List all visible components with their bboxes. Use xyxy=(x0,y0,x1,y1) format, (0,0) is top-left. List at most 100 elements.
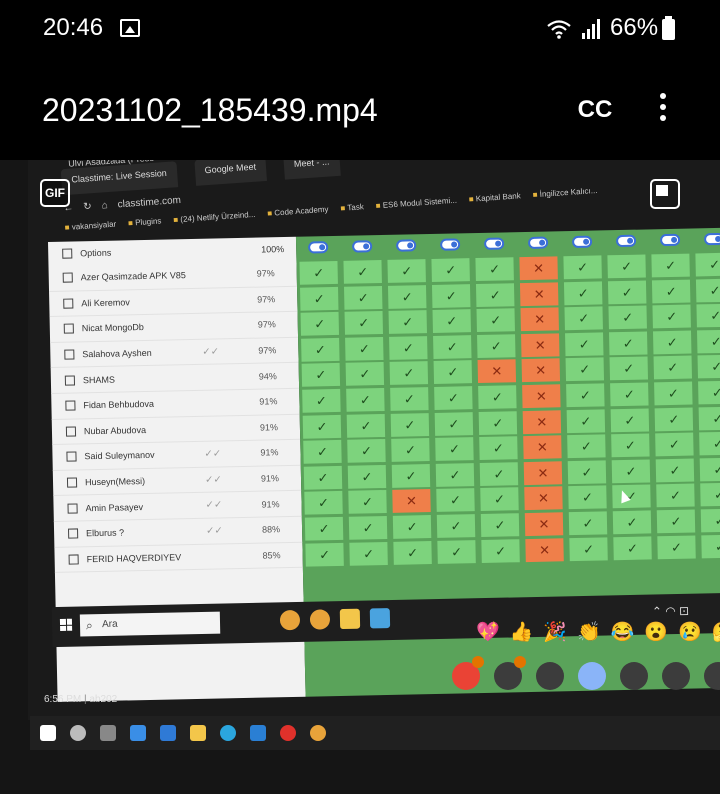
student-checkbox xyxy=(65,426,77,437)
correct-answer-cell: ✓ xyxy=(436,514,476,538)
seen-checkmark-icon: ✓✓ xyxy=(205,499,223,511)
correct-answer-cell: ✓ xyxy=(701,534,720,558)
wrong-answer-cell: ✕ xyxy=(477,359,517,384)
toggle-icon xyxy=(352,240,373,253)
student-score: 97% xyxy=(258,345,277,356)
toggle-icon xyxy=(308,241,329,254)
meeting-details: 6:56 PM | ab202 xyxy=(44,694,118,705)
correct-answer-cell: ✓ xyxy=(302,414,342,439)
wrong-answer-cell: ✕ xyxy=(525,537,564,562)
correct-answer-cell: ✓ xyxy=(347,464,387,489)
correct-answer-cell: ✓ xyxy=(477,334,516,358)
question-toggle xyxy=(344,235,380,258)
question-toggle xyxy=(696,228,720,251)
correct-answer-cell: ✓ xyxy=(300,286,339,311)
student-score: 85% xyxy=(262,550,281,561)
wrong-answer-cell: ✕ xyxy=(524,486,563,511)
correct-answer-cell: ✓ xyxy=(343,285,383,310)
correct-answer-cell: ✓ xyxy=(387,284,427,309)
correct-answer-cell: ✓ xyxy=(435,462,475,487)
correct-answer-cell: ✓ xyxy=(696,329,720,354)
correct-answer-cell: ✓ xyxy=(609,331,648,356)
correct-answer-cell: ✓ xyxy=(608,305,647,330)
correct-answer-cell: ✓ xyxy=(348,515,388,540)
correct-answer-cell: ✓ xyxy=(304,516,344,541)
student-checkbox xyxy=(65,400,76,411)
correct-answer-cell: ✓ xyxy=(696,303,720,328)
battery-icon xyxy=(662,16,675,40)
toggle-icon xyxy=(440,238,461,251)
camera-icon xyxy=(494,656,526,690)
more-options-icon[interactable] xyxy=(648,88,678,132)
student-name: Nicat MongoDb xyxy=(81,322,144,334)
bookmark: Task xyxy=(340,202,364,213)
student-name: Amin Pasayev xyxy=(85,501,144,513)
correct-answer-cell: ✓ xyxy=(612,510,652,535)
meeting-time: 6:56 PM xyxy=(44,694,82,705)
seen-checkmark-icon xyxy=(204,428,234,429)
bookmark: İngilizce Kalıcı... xyxy=(532,186,597,200)
student-score: 97% xyxy=(257,294,276,305)
correct-answer-cell: ✓ xyxy=(301,363,341,388)
correct-answer-cell: ✓ xyxy=(653,355,693,380)
correct-answer-cell: ✓ xyxy=(303,440,342,464)
correct-answer-cell: ✓ xyxy=(475,282,515,307)
chrome-icon xyxy=(309,609,331,630)
student-score: 97% xyxy=(256,268,275,279)
windows-search-box: Ara xyxy=(79,611,221,637)
raise-hand-icon xyxy=(662,662,690,690)
video-frame[interactable]: GIF Ulvi Asadzada (Prese Classtime: Live… xyxy=(0,160,720,794)
bookmark: (24) Netlify Ürzeind... xyxy=(173,210,256,225)
student-name: SHAMS xyxy=(82,374,116,385)
student-row: FERID HAQVERDIYEV 85% xyxy=(54,542,303,574)
correct-answer-cell: ✓ xyxy=(480,487,519,512)
correct-answer-cell: ✓ xyxy=(699,431,720,456)
gallery-icon xyxy=(120,19,140,37)
calendar-icon xyxy=(130,725,146,741)
student-score: 91% xyxy=(260,473,280,484)
wrong-answer-cell: ✕ xyxy=(519,256,558,281)
correct-answer-cell: ✓ xyxy=(567,460,607,484)
toggle-icon xyxy=(659,233,681,247)
correct-answer-cell: ✓ xyxy=(610,382,649,407)
clock: 20:46 xyxy=(43,14,104,41)
correct-answer-cell: ✓ xyxy=(302,388,341,413)
captions-button[interactable]: CC xyxy=(570,90,620,130)
student-name: FERID HAQVERDIYEV xyxy=(86,552,182,565)
correct-answer-cell: ✓ xyxy=(479,462,519,486)
student-name: Said Suleymanov xyxy=(84,450,155,462)
question-toggle xyxy=(520,231,556,254)
correct-answer-cell: ✓ xyxy=(435,437,474,462)
correct-answer-cell: ✓ xyxy=(436,488,475,513)
reaction-emoji-icon: 😂 xyxy=(610,622,635,643)
wrong-answer-cell: ✕ xyxy=(522,384,561,409)
browser-tab: Meet - ... xyxy=(283,160,341,180)
seen-checkmark-icon xyxy=(202,326,232,327)
correct-answer-cell: ✓ xyxy=(388,310,427,335)
correct-answer-cell: ✓ xyxy=(389,335,428,360)
toggle-icon xyxy=(615,234,637,248)
student-checkbox xyxy=(67,503,78,514)
correct-answer-cell: ✓ xyxy=(433,334,472,359)
gif-button[interactable]: GIF xyxy=(40,179,70,207)
correct-answer-cell: ✓ xyxy=(564,306,603,331)
windows-start-icon xyxy=(59,618,73,631)
edge-icon xyxy=(220,725,236,741)
picture-in-picture-icon[interactable] xyxy=(650,179,680,209)
mail-icon xyxy=(160,725,176,741)
captions-icon xyxy=(536,662,564,690)
header-percent: 100% xyxy=(261,244,285,255)
correct-answer-cell: ✓ xyxy=(654,381,693,406)
browser-tab: Google Meet xyxy=(193,160,268,186)
correct-answer-cell: ✓ xyxy=(652,330,692,355)
battery-percent: 66% xyxy=(610,14,659,41)
correct-answer-cell: ✓ xyxy=(700,482,720,507)
video-file-title: 20231102_185439.mp4 xyxy=(42,92,378,128)
student-checkbox xyxy=(62,272,73,283)
seen-checkmark-icon: ✓✓ xyxy=(204,473,222,486)
student-name: Huseyn(Messi) xyxy=(84,476,146,488)
correct-answer-cell: ✓ xyxy=(475,257,514,282)
correct-answer-cell: ✓ xyxy=(391,463,431,488)
correct-answer-cell: ✓ xyxy=(387,259,426,283)
wrong-answer-cell: ✕ xyxy=(519,281,559,306)
